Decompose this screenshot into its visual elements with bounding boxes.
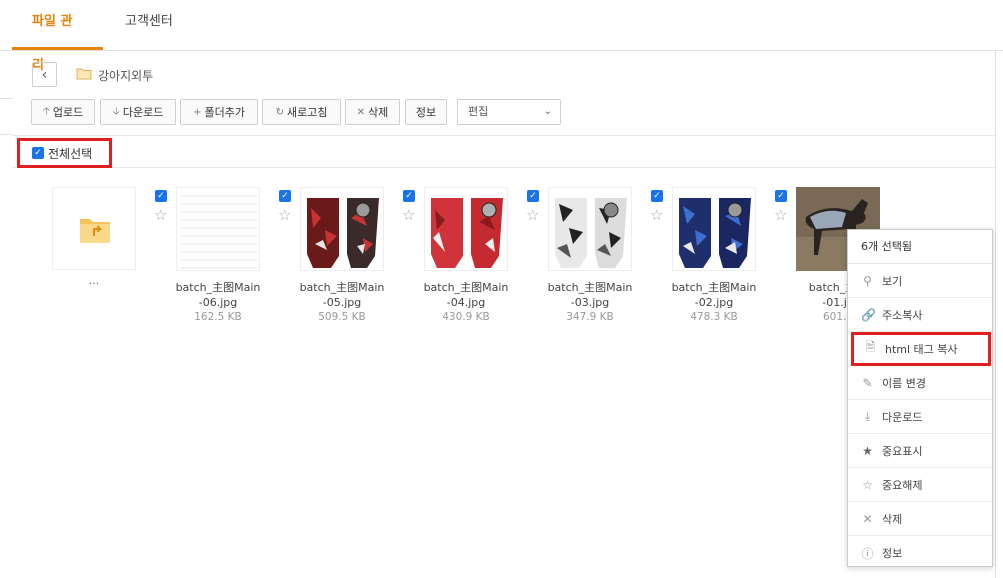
menu-item-unmark-important[interactable]: ☆ 중요해제 <box>848 468 992 502</box>
file-name: batch_主图Main -04.jpg <box>423 281 509 309</box>
star-outline-icon: ☆ <box>862 477 873 492</box>
thumbnail[interactable] <box>300 187 384 271</box>
chevron-down-icon: ⌄ <box>543 106 552 117</box>
checkbox-checked-icon[interactable]: ✓ <box>651 190 663 202</box>
thumbnail[interactable] <box>672 187 756 271</box>
right-divider <box>995 51 1003 578</box>
top-nav: 파일 관리 고객센터 <box>0 0 1003 73</box>
add-folder-button[interactable]: + 폴더추가 <box>180 99 258 125</box>
tab-customer-center[interactable]: 고객센터 <box>105 0 193 50</box>
left-divider <box>0 98 12 99</box>
chevron-left-icon: ‹ <box>41 66 48 83</box>
menu-item-info[interactable]: ⓘ 정보 <box>848 536 992 570</box>
folder-icon <box>76 68 92 80</box>
thumbnail[interactable] <box>424 187 508 271</box>
plus-icon: + <box>193 106 202 118</box>
refresh-icon: ↻ <box>275 106 284 118</box>
star-outline-icon[interactable]: ☆ <box>526 206 539 224</box>
star-outline-icon[interactable]: ☆ <box>650 206 663 224</box>
pencil-icon: ✎ <box>862 375 873 390</box>
parent-folder-tile[interactable] <box>52 187 136 270</box>
checkbox-checked-icon[interactable]: ✓ <box>155 190 167 202</box>
menu-item-rename[interactable]: ✎ 이름 변경 <box>848 366 992 400</box>
close-icon: ✕ <box>862 511 873 526</box>
thumbnail[interactable] <box>548 187 632 271</box>
star-outline-icon[interactable]: ☆ <box>402 206 415 224</box>
link-icon: 🔗 <box>861 307 876 322</box>
folder-up-icon <box>80 219 110 243</box>
selection-bar <box>12 135 995 168</box>
download-icon: ⤓ <box>864 409 871 423</box>
file-size: 478.3 KB <box>690 311 738 323</box>
context-menu: 6개 선택됨 ⚲ 보기 🔗 주소복사 🗎 html 태그 복사 ✎ 이름 변경 ⤓ 다운로… <box>847 229 993 567</box>
menu-item-mark-important[interactable]: ★ 중요표시 <box>848 434 992 468</box>
star-outline-icon[interactable]: ☆ <box>278 206 291 224</box>
star-filled-icon: ★ <box>862 443 873 458</box>
checkbox-checked-icon: ✓ <box>32 147 44 159</box>
edit-select[interactable]: 편집 ⌄ <box>457 99 561 125</box>
selection-count: 6개 선택됨 <box>848 230 992 264</box>
back-button[interactable]: ‹ <box>32 62 57 87</box>
menu-item-view[interactable]: ⚲ 보기 <box>848 264 992 298</box>
file-name: batch_主图Main -05.jpg <box>299 281 385 309</box>
file-name: batch_主图Main -03.jpg <box>547 281 633 309</box>
menu-item-delete[interactable]: ✕ 삭제 <box>848 502 992 536</box>
file-size: 430.9 KB <box>442 311 490 323</box>
html-file-icon: 🗎 <box>865 340 876 354</box>
menu-item-copy-address[interactable]: 🔗 주소복사 <box>848 298 992 332</box>
star-outline-icon[interactable]: ☆ <box>154 206 167 224</box>
checkbox-checked-icon[interactable]: ✓ <box>775 190 787 202</box>
parent-folder-label: ... <box>88 274 100 287</box>
star-outline-icon[interactable]: ☆ <box>774 206 787 224</box>
arrow-down-icon: 🡣 <box>112 105 120 117</box>
delete-button[interactable]: ✕ 삭제 <box>345 99 400 125</box>
file-size: 509.5 KB <box>318 311 366 323</box>
close-icon: ✕ <box>356 106 366 118</box>
checkbox-checked-icon[interactable]: ✓ <box>527 190 539 202</box>
select-all-checkbox[interactable]: ✓ 전체선택 <box>17 138 112 168</box>
info-button[interactable]: 정보 <box>405 99 447 125</box>
upload-button[interactable]: 🡡 업로드 <box>31 99 95 125</box>
arrow-up-icon: 🡡 <box>42 105 50 117</box>
info-icon: ⓘ <box>861 546 874 561</box>
file-size: 347.9 KB <box>566 311 614 323</box>
search-icon: ⚲ <box>863 273 872 288</box>
menu-item-download[interactable]: ⤓ 다운로드 <box>848 400 992 434</box>
file-name: batch_主图Main -06.jpg <box>175 281 261 309</box>
breadcrumb[interactable]: 강아지외투 <box>98 67 153 84</box>
left-divider <box>0 134 12 135</box>
file-size: 162.5 KB <box>194 311 242 323</box>
thumbnail[interactable] <box>176 187 260 271</box>
checkbox-checked-icon[interactable]: ✓ <box>403 190 415 202</box>
refresh-button[interactable]: ↻ 새로고침 <box>262 99 341 125</box>
file-name: batch_主图Main -02.jpg <box>671 281 757 309</box>
download-button[interactable]: 🡣 다운로드 <box>100 99 176 125</box>
tab-file-management[interactable]: 파일 관리 <box>12 0 103 73</box>
checkbox-checked-icon[interactable]: ✓ <box>279 190 291 202</box>
menu-item-copy-html-tag[interactable]: 🗎 html 태그 복사 <box>851 332 991 366</box>
